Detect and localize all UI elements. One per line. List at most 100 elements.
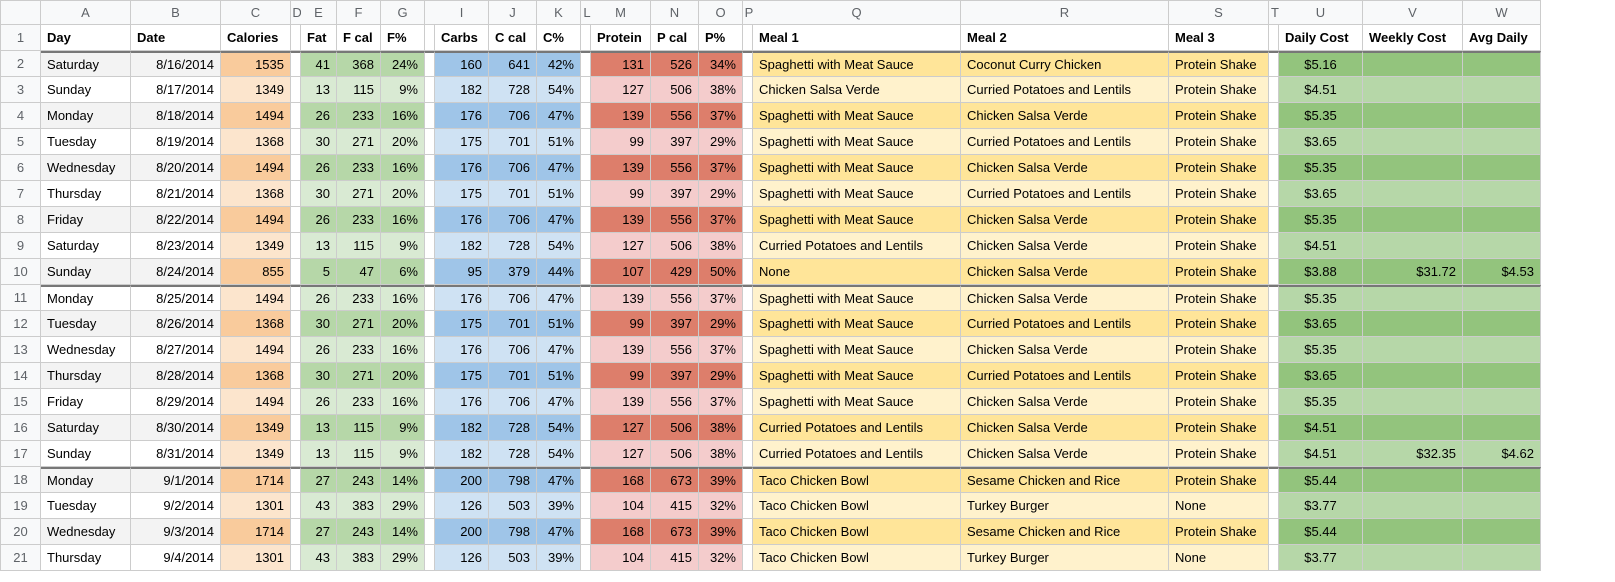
cell[interactable]: 176 (435, 389, 489, 415)
cell[interactable]: 233 (337, 155, 381, 181)
cell[interactable]: Curried Potatoes and Lentils (753, 441, 961, 467)
cell[interactable]: Spaghetti with Meat Sauce (753, 363, 961, 389)
cell[interactable]: 1368 (221, 363, 291, 389)
cell[interactable]: 26 (301, 337, 337, 363)
cell[interactable]: 1368 (221, 129, 291, 155)
cell[interactable]: 99 (591, 129, 651, 155)
cell[interactable] (425, 519, 435, 545)
cell[interactable]: Curried Potatoes and Lentils (961, 181, 1169, 207)
header-cell[interactable]: C% (537, 25, 581, 51)
cell[interactable]: 798 (489, 467, 537, 493)
cell[interactable]: 728 (489, 233, 537, 259)
cell[interactable]: Thursday (41, 181, 131, 207)
cell[interactable]: 47% (537, 285, 581, 311)
cell[interactable] (743, 181, 753, 207)
cell[interactable]: 706 (489, 285, 537, 311)
cell[interactable]: 14% (381, 467, 425, 493)
cell[interactable] (291, 181, 301, 207)
column-header[interactable]: V (1363, 1, 1463, 25)
cell[interactable] (425, 51, 435, 77)
cell[interactable]: 13 (1, 337, 41, 363)
cell[interactable]: $5.35 (1279, 285, 1363, 311)
cell[interactable]: 855 (221, 259, 291, 285)
cell[interactable]: 8/24/2014 (131, 259, 221, 285)
cell[interactable] (425, 389, 435, 415)
cell[interactable]: 41 (301, 51, 337, 77)
cell[interactable]: 47% (537, 467, 581, 493)
cell[interactable] (1269, 155, 1279, 181)
cell[interactable]: 175 (435, 129, 489, 155)
cell[interactable]: 176 (435, 103, 489, 129)
cell[interactable] (743, 129, 753, 155)
cell[interactable] (1269, 103, 1279, 129)
cell[interactable] (1463, 467, 1541, 493)
header-cell[interactable]: Date (131, 25, 221, 51)
cell[interactable] (743, 285, 753, 311)
header-cell[interactable] (743, 25, 753, 51)
cell[interactable] (425, 363, 435, 389)
cell[interactable] (291, 285, 301, 311)
cell[interactable]: 200 (435, 467, 489, 493)
cell[interactable]: 99 (591, 311, 651, 337)
cell[interactable] (425, 259, 435, 285)
column-header[interactable]: M (591, 1, 651, 25)
cell[interactable] (581, 311, 591, 337)
cell[interactable]: 16% (381, 389, 425, 415)
cell[interactable] (1363, 389, 1463, 415)
cell[interactable] (581, 389, 591, 415)
cell[interactable] (1269, 519, 1279, 545)
cell[interactable]: $31.72 (1363, 259, 1463, 285)
cell[interactable] (1269, 441, 1279, 467)
cell[interactable]: 182 (435, 415, 489, 441)
cell[interactable] (1269, 337, 1279, 363)
cell[interactable]: 127 (591, 415, 651, 441)
cell[interactable]: 95 (435, 259, 489, 285)
cell[interactable]: 38% (699, 441, 743, 467)
cell[interactable]: 8/28/2014 (131, 363, 221, 389)
cell[interactable]: Chicken Salsa Verde (961, 415, 1169, 441)
column-header[interactable]: C (221, 1, 291, 25)
cell[interactable]: 10 (1, 259, 41, 285)
column-header[interactable]: B (131, 1, 221, 25)
cell[interactable]: 1494 (221, 337, 291, 363)
cell[interactable]: 54% (537, 441, 581, 467)
cell[interactable]: 8/29/2014 (131, 389, 221, 415)
cell[interactable] (425, 285, 435, 311)
cell[interactable]: None (753, 259, 961, 285)
cell[interactable] (743, 51, 753, 77)
header-cell[interactable]: F% (381, 25, 425, 51)
cell[interactable] (743, 389, 753, 415)
cell[interactable]: 233 (337, 207, 381, 233)
cell[interactable] (1363, 77, 1463, 103)
cell[interactable]: Protein Shake (1169, 155, 1269, 181)
cell[interactable]: 706 (489, 389, 537, 415)
cell[interactable]: Monday (41, 467, 131, 493)
cell[interactable]: 51% (537, 129, 581, 155)
cell[interactable] (1363, 415, 1463, 441)
cell[interactable]: 16% (381, 285, 425, 311)
cell[interactable]: $3.65 (1279, 181, 1363, 207)
cell[interactable]: 47% (537, 337, 581, 363)
cell[interactable]: 16% (381, 103, 425, 129)
cell[interactable]: $4.62 (1463, 441, 1541, 467)
cell[interactable]: 20% (381, 181, 425, 207)
cell[interactable]: 1349 (221, 233, 291, 259)
cell[interactable]: 39% (699, 467, 743, 493)
cell[interactable] (1269, 545, 1279, 571)
cell[interactable]: 29% (699, 129, 743, 155)
cell[interactable]: Curried Potatoes and Lentils (961, 363, 1169, 389)
cell[interactable] (425, 233, 435, 259)
cell[interactable]: 168 (591, 519, 651, 545)
cell[interactable]: 115 (337, 233, 381, 259)
cell[interactable]: 182 (435, 77, 489, 103)
cell[interactable] (1269, 233, 1279, 259)
cell[interactable]: 42% (537, 51, 581, 77)
cell[interactable] (743, 467, 753, 493)
cell[interactable] (743, 77, 753, 103)
cell[interactable] (581, 337, 591, 363)
cell[interactable]: Taco Chicken Bowl (753, 545, 961, 571)
cell[interactable]: Saturday (41, 415, 131, 441)
cell[interactable]: Protein Shake (1169, 259, 1269, 285)
cell[interactable]: 701 (489, 181, 537, 207)
cell[interactable]: 415 (651, 493, 699, 519)
